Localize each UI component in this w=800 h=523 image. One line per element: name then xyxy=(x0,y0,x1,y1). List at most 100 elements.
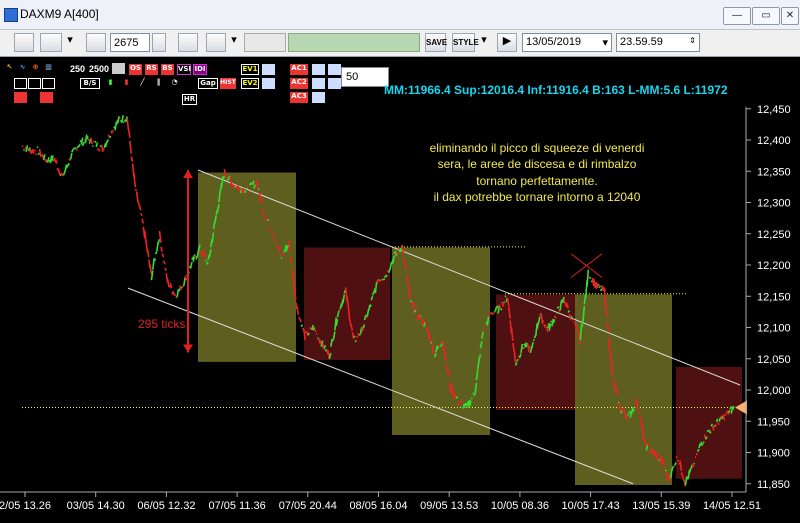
price-segment xyxy=(182,284,185,288)
chevron-down-icon[interactable]: ▾ xyxy=(64,33,76,52)
price-segment xyxy=(599,288,603,292)
price-segment xyxy=(637,410,641,414)
price-segment xyxy=(129,140,133,154)
price-segment xyxy=(121,115,124,124)
y-tick-label: 12,000 xyxy=(757,385,791,397)
price-segment xyxy=(397,247,401,251)
price-segment xyxy=(81,141,85,147)
close-button[interactable]: ✕ xyxy=(781,7,799,25)
maximize-button[interactable]: ▭ xyxy=(752,7,780,25)
price-segment xyxy=(500,308,503,311)
price-segment xyxy=(139,212,143,217)
price-segment xyxy=(523,343,526,346)
price-segment xyxy=(89,137,93,145)
price-segment xyxy=(316,337,319,340)
price-segment xyxy=(597,283,600,286)
x-tick-label: 09/05 13.53 xyxy=(420,500,478,512)
price-segment xyxy=(270,231,274,234)
main-toolbar: ▾ ▾ SAVE STYLE ▾ ▶ 13/05/2019 ▾ 23.59.59 ⇕ xyxy=(0,30,800,57)
style-button[interactable]: STYLE xyxy=(452,33,479,52)
price-segment xyxy=(154,251,158,255)
price-segment xyxy=(532,338,535,342)
price-segment xyxy=(149,264,153,275)
chart-area[interactable]: ↖ ∿ ⊕ ▥ 250 2500 OS RS BS VSI IDI EV1 AC… xyxy=(0,57,800,523)
chevron-down-icon[interactable]: ▾ xyxy=(478,33,490,52)
y-tick-label: 12,450 xyxy=(757,104,791,116)
window-titlebar: DAXM9 A[400] — ▭ ✕ xyxy=(0,0,800,30)
chart-type-icon[interactable] xyxy=(40,33,62,52)
minimize-button[interactable]: — xyxy=(723,7,751,25)
price-segment xyxy=(246,184,249,187)
price-segment xyxy=(627,413,630,416)
y-tick-label: 12,350 xyxy=(757,166,791,178)
price-segment xyxy=(245,187,248,191)
date-picker[interactable]: 13/05/2019 ▾ xyxy=(522,33,612,52)
price-segment xyxy=(556,306,560,309)
price-segment xyxy=(564,304,568,308)
price-segment xyxy=(94,140,97,143)
x-axis: 2/05 13.26 03/05 14.30 06/05 12.32 07/05 11… xyxy=(0,491,761,512)
price-segment xyxy=(160,246,164,252)
play-icon[interactable]: ▶ xyxy=(497,33,517,52)
price-segment xyxy=(102,148,105,151)
price-segment xyxy=(141,218,145,224)
price-segment xyxy=(714,423,718,427)
price-segment xyxy=(134,188,138,192)
price-segment xyxy=(46,157,50,164)
price-segment xyxy=(69,152,73,160)
annotation-line-4: il dax potrebbe tornare intorno a 12040 xyxy=(434,190,641,204)
price-segment xyxy=(299,318,302,323)
price-segment xyxy=(283,250,286,253)
price-segment xyxy=(676,459,680,463)
price-segment xyxy=(717,422,720,426)
price-segment xyxy=(663,466,666,470)
x-tick-label: 10/05 08.36 xyxy=(491,500,549,512)
price-segment xyxy=(133,173,137,188)
price-segment xyxy=(483,324,487,328)
price-segment xyxy=(143,230,147,243)
price-segment xyxy=(355,335,359,339)
price-segment xyxy=(300,324,304,328)
spinner-icon[interactable] xyxy=(152,33,166,52)
price-segment xyxy=(702,441,705,444)
annotation-line-1: eliminando il picco di squeeze di venerd… xyxy=(430,141,645,155)
price-segment xyxy=(331,339,335,342)
y-tick-label: 12,050 xyxy=(757,354,791,366)
price-segment xyxy=(628,410,631,414)
price-segment xyxy=(470,397,473,400)
floppy-disk-icon[interactable] xyxy=(14,33,34,52)
calculator-icon[interactable] xyxy=(86,33,106,52)
price-segment xyxy=(487,314,491,318)
x-tick-label: 07/05 11.36 xyxy=(208,500,265,512)
chart-style-icon[interactable] xyxy=(178,33,198,52)
price-segment xyxy=(269,229,273,233)
price-segment xyxy=(168,285,171,288)
speaker-icon[interactable] xyxy=(206,33,226,52)
price-segment xyxy=(100,144,104,153)
save-style-button[interactable]: SAVE xyxy=(425,33,447,52)
price-segment xyxy=(460,401,464,404)
range-box xyxy=(304,247,390,360)
price-segment xyxy=(77,143,81,148)
price-segment xyxy=(671,465,675,471)
y-tick-label: 12,150 xyxy=(757,291,791,303)
chevron-down-icon[interactable]: ▾ xyxy=(228,33,240,52)
price-segment xyxy=(420,322,423,325)
x-tick-label: 07/05 20.44 xyxy=(279,500,337,512)
time-input[interactable]: 23.59.59 ⇕ xyxy=(616,33,700,52)
price-segment xyxy=(424,321,428,325)
price-segment xyxy=(516,358,519,362)
price-segment xyxy=(273,238,277,242)
range-arrow-head xyxy=(183,344,193,353)
price-chart[interactable]: 12,450 12,400 12,350 12,300 12,250 12,200 12,1… xyxy=(0,57,800,523)
price-segment xyxy=(243,190,247,194)
price-segment xyxy=(432,351,436,354)
price-segment xyxy=(130,156,134,162)
date-value: 13/05/2019 xyxy=(526,36,582,48)
y-tick-label: 12,250 xyxy=(757,229,791,241)
annotation-line-2: sera, le aree de discesa e di rimbalzo xyxy=(438,157,637,171)
price-segment xyxy=(63,170,66,175)
price-segment xyxy=(436,346,440,350)
bar-count-input[interactable] xyxy=(110,33,150,52)
price-segment xyxy=(429,341,433,345)
